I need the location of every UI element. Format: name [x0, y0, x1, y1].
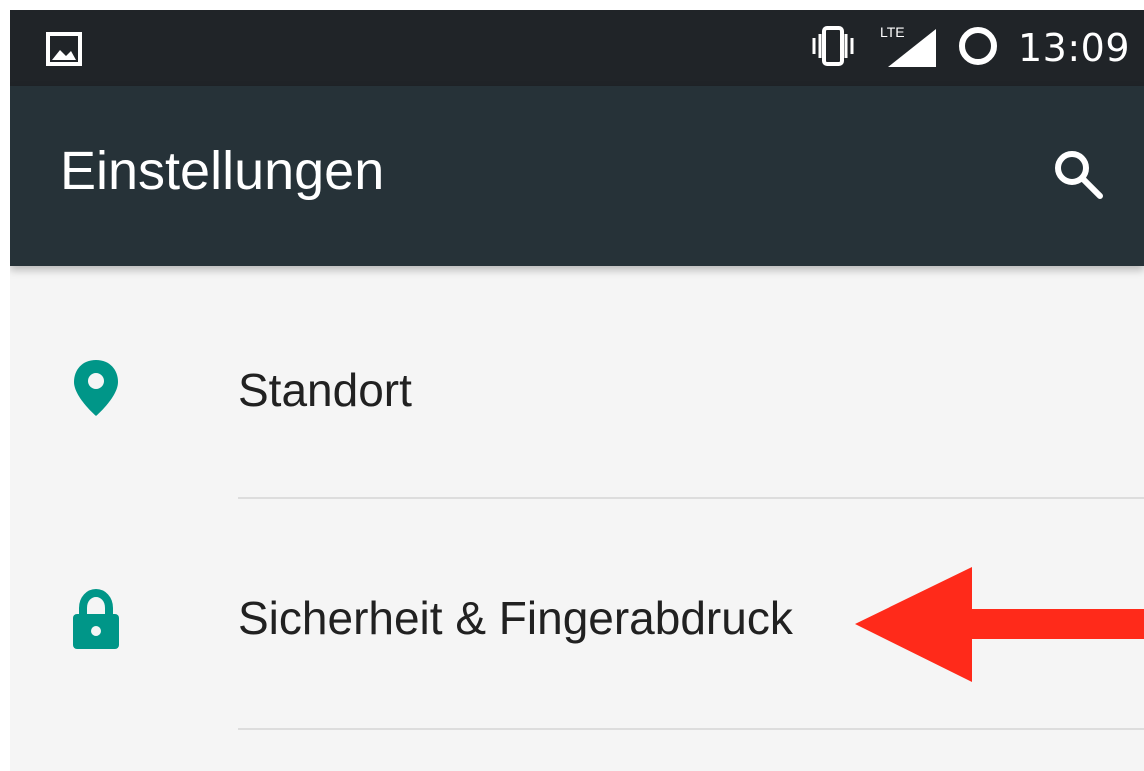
vibrate-icon [804, 24, 862, 72]
settings-list: Standort Sicherheit & Fingerabdruck [10, 266, 1144, 771]
settings-item-label: Standort [238, 364, 412, 416]
status-time: 13:09 [1017, 26, 1130, 70]
annotation-arrow [855, 567, 1144, 682]
search-button[interactable] [1048, 146, 1110, 208]
settings-item-label: Sicherheit & Fingerabdruck [238, 592, 793, 644]
location-icon [66, 358, 126, 418]
settings-item-location[interactable]: Standort [10, 266, 1144, 499]
sync-circle-icon [956, 24, 1000, 72]
image-notification-icon [46, 32, 82, 66]
status-bar: LTE 13:09 [10, 10, 1144, 86]
app-toolbar: Einstellungen [10, 86, 1144, 266]
lte-signal-icon: LTE [879, 24, 938, 71]
page-title: Einstellungen [60, 141, 385, 201]
search-icon [1050, 146, 1108, 208]
lock-icon [66, 589, 126, 650]
status-icons: LTE 13:09 [804, 10, 1130, 86]
divider [238, 728, 1144, 730]
settings-screen: LTE 13:09 Einstellungen Standort Sicherh… [10, 10, 1144, 771]
lte-label: LTE [879, 24, 905, 40]
